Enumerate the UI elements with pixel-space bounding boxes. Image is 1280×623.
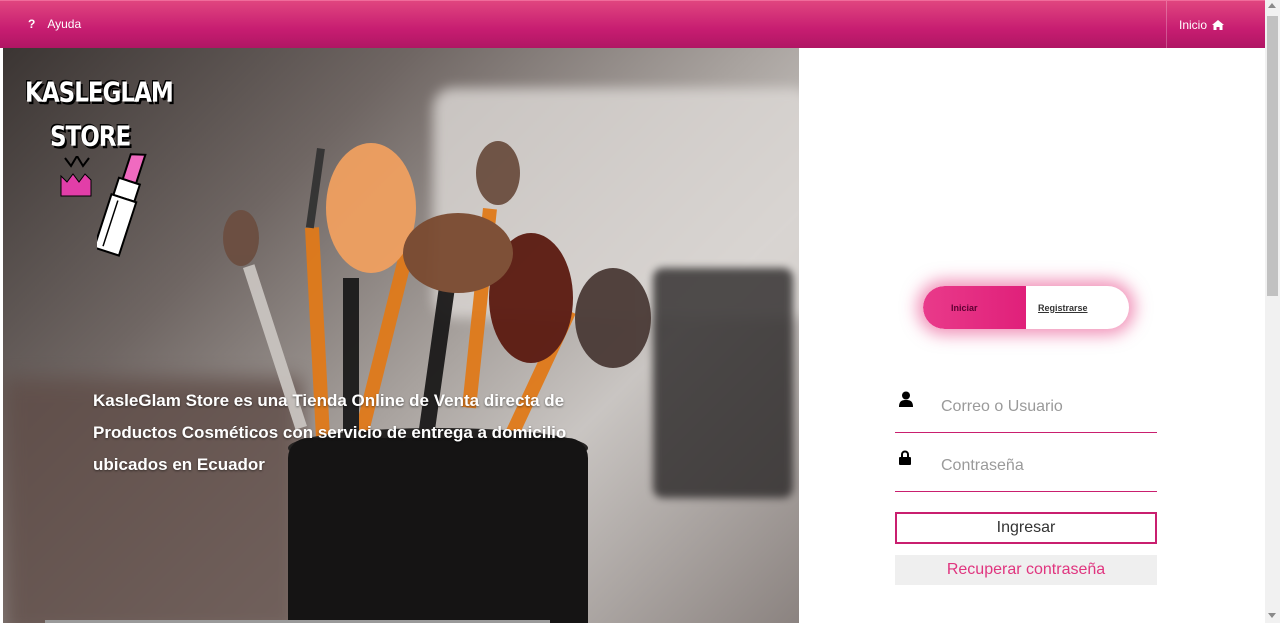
scrollbar-thumb[interactable] [1267,16,1278,296]
logo-text-line2: STORE [50,121,131,153]
scroll-down-arrow-icon[interactable] [1268,613,1276,618]
lipstick-icon [97,153,147,257]
auth-panel: Iniciar Registrarse Ingresar Recuperar c… [799,48,1265,623]
home-label: Inicio [1179,18,1208,32]
question-icon: ? [28,17,36,31]
vertical-scrollbar[interactable] [1265,0,1280,623]
hero-banner: KASLEGLAM STORE KasleGlam Store es una T… [3,48,799,623]
recover-password-button[interactable]: Recuperar contraseña [895,555,1157,585]
store-logo: KASLEGLAM STORE [25,77,174,257]
logo-text-line1: KASLEGLAM [25,77,174,109]
tab-login[interactable]: Iniciar [923,286,1026,329]
scroll-up-arrow-icon[interactable] [1268,3,1276,8]
password-input[interactable] [941,454,1151,478]
top-navbar: ? Ayuda Inicio [0,0,1265,49]
username-field [895,387,1157,433]
user-icon [899,391,913,412]
home-link[interactable]: Inicio [1166,1,1265,49]
store-description: KasleGlam Store es una Tienda Online de … [93,391,567,474]
tab-register[interactable]: Registrarse [1038,286,1088,329]
auth-tab-switch: Iniciar Registrarse [923,286,1129,329]
password-field [895,446,1157,492]
crown-icon [60,156,92,197]
lock-icon [899,450,911,470]
help-label: Ayuda [47,17,82,31]
home-icon [1212,20,1225,30]
username-input[interactable] [941,395,1151,419]
help-link[interactable]: ? Ayuda [28,17,81,31]
login-button[interactable]: Ingresar [895,512,1157,544]
